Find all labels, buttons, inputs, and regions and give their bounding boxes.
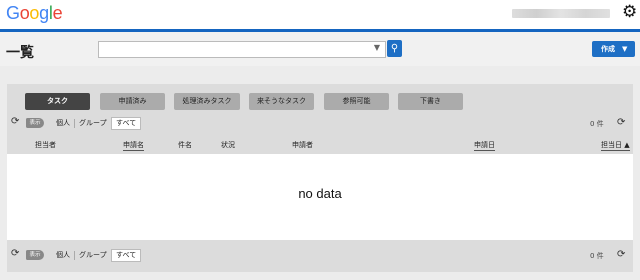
- user-account-blurred[interactable]: [512, 9, 610, 18]
- divider: [74, 119, 75, 128]
- refresh-icon[interactable]: ⟳: [617, 250, 625, 260]
- tab-tasks[interactable]: タスク: [25, 93, 90, 110]
- filter-all[interactable]: すべて: [111, 117, 142, 130]
- col-application-name[interactable]: 申請名: [123, 140, 144, 151]
- gear-icon[interactable]: ⚙: [622, 3, 637, 21]
- show-label: 表示: [26, 250, 44, 260]
- top-bar: Google ⚙: [0, 0, 640, 29]
- result-count: 0 件: [590, 120, 604, 128]
- chevron-down-icon[interactable]: ▼: [622, 41, 627, 57]
- col-assigned-date[interactable]: 担当日 ▲: [601, 140, 630, 151]
- filter-group[interactable]: グループ: [79, 249, 107, 261]
- col-assignee: 担当者: [35, 141, 56, 149]
- create-button-label: 作成: [601, 45, 615, 53]
- tab-processed[interactable]: 処理済みタスク: [174, 93, 240, 110]
- search-button[interactable]: ⚲: [387, 40, 402, 57]
- google-logo[interactable]: Google: [6, 3, 63, 24]
- divider: [74, 251, 75, 260]
- result-count: 0 件: [590, 252, 604, 260]
- page-title: 一覧: [6, 45, 34, 61]
- refresh-icon[interactable]: ⟳: [11, 249, 19, 259]
- empty-message: no data: [298, 186, 342, 201]
- search-input[interactable]: ▼: [98, 41, 386, 58]
- filter-all[interactable]: すべて: [111, 249, 142, 262]
- tab-upcoming[interactable]: 来そうなタスク: [249, 93, 314, 110]
- col-status: 状況: [221, 141, 235, 149]
- filter-group[interactable]: グループ: [79, 117, 107, 129]
- refresh-icon[interactable]: ⟳: [617, 118, 625, 128]
- tab-drafts[interactable]: 下書き: [398, 93, 463, 110]
- col-applicant: 申請者: [292, 141, 313, 149]
- filter-personal[interactable]: 個人: [56, 117, 70, 129]
- tab-submitted[interactable]: 申請済み: [100, 93, 165, 110]
- refresh-icon[interactable]: ⟳: [11, 117, 19, 127]
- col-application-date[interactable]: 申請日: [474, 140, 495, 151]
- create-button[interactable]: 作成 ▼: [592, 41, 635, 57]
- col-subject: 件名: [178, 141, 192, 149]
- filter-personal[interactable]: 個人: [56, 249, 70, 261]
- show-label: 表示: [26, 118, 44, 128]
- tab-viewable[interactable]: 参照可能: [324, 93, 389, 110]
- chevron-down-icon[interactable]: ▼: [374, 43, 380, 52]
- search-icon: ⚲: [390, 43, 399, 54]
